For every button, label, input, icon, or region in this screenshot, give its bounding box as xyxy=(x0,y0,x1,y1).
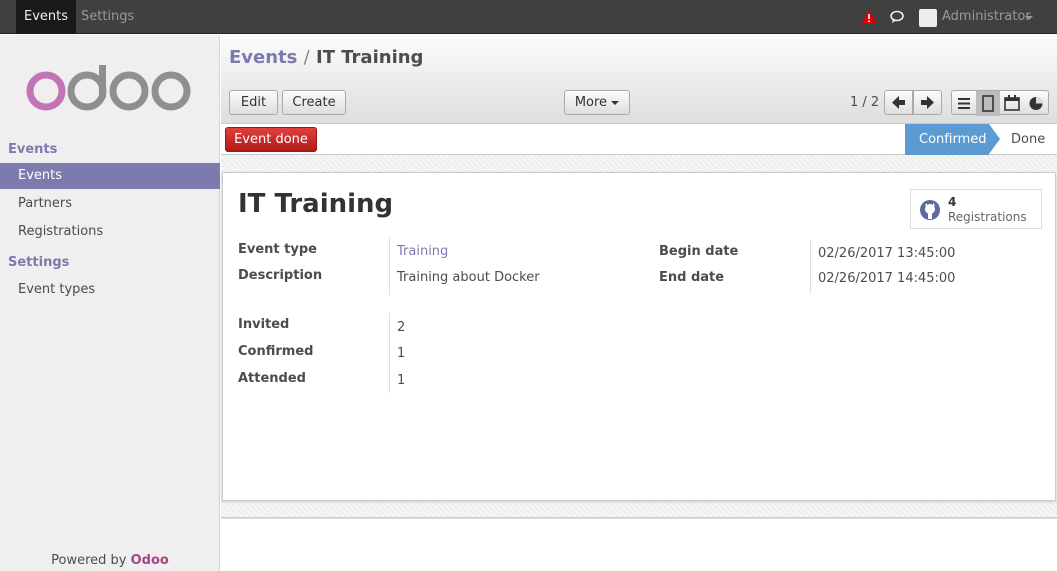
menu-settings[interactable]: Settings xyxy=(73,0,142,34)
chevron-down-icon[interactable] xyxy=(1025,16,1033,20)
powered-by-prefix: Powered by xyxy=(51,553,127,568)
sidebar-item-event-types[interactable]: Event types xyxy=(0,277,220,303)
user-menu[interactable]: Administrator xyxy=(942,0,1031,34)
top-navbar: Events Settings Administrator xyxy=(0,0,1057,34)
sidebar-item-events[interactable]: Events xyxy=(0,163,220,189)
control-panel: Events / IT Training Edit Create More 1 … xyxy=(221,35,1057,124)
form-view-icon[interactable] xyxy=(976,91,1000,116)
view-switcher xyxy=(951,90,1049,116)
field-label-invited: Invited xyxy=(238,317,290,332)
odoo-logo[interactable] xyxy=(25,65,195,115)
stage-confirmed[interactable]: Confirmed xyxy=(905,124,989,155)
stage-arrow xyxy=(989,124,1000,154)
more-label: More xyxy=(574,95,608,110)
create-button[interactable]: Create xyxy=(282,90,346,115)
edit-button[interactable]: Edit xyxy=(229,90,278,115)
field-value-invited: 2 xyxy=(397,320,406,335)
registrations-label: Registrations xyxy=(948,210,1027,224)
form-sheet: IT Training 4 Registrations Event type T… xyxy=(222,172,1056,501)
pager-previous-button[interactable] xyxy=(884,90,913,115)
breadcrumb-current: IT Training xyxy=(316,47,424,68)
pager-next-button[interactable] xyxy=(913,90,942,115)
field-label-end-date: End date xyxy=(659,270,725,285)
field-label-confirmed: Confirmed xyxy=(238,344,314,359)
graph-view-icon[interactable] xyxy=(1024,91,1048,116)
field-divider xyxy=(389,238,390,295)
field-label-description: Description xyxy=(238,268,323,283)
field-value-event-type[interactable]: Training xyxy=(397,244,448,259)
field-label-attended: Attended xyxy=(238,371,306,386)
field-divider xyxy=(389,313,390,393)
chat-icon[interactable] xyxy=(890,10,906,24)
sidebar-item-registrations[interactable]: Registrations xyxy=(0,219,220,245)
github-icon xyxy=(920,200,940,220)
breadcrumb-events-link[interactable]: Events xyxy=(229,47,297,68)
statusbar: Event done Confirmed Done xyxy=(221,124,1057,155)
arrow-left-icon xyxy=(892,96,905,109)
stage-done[interactable]: Done xyxy=(1011,124,1045,155)
chatter-divider xyxy=(221,518,1057,519)
pager-value[interactable]: 1 / 2 xyxy=(850,95,879,110)
sidebar-section-settings: Settings xyxy=(8,255,70,270)
field-label-event-type: Event type xyxy=(238,242,317,257)
arrow-right-icon xyxy=(921,96,934,109)
event-done-button[interactable]: Event done xyxy=(225,127,317,152)
field-value-attended: 1 xyxy=(397,373,406,388)
warning-icon[interactable] xyxy=(861,10,877,24)
list-view-icon[interactable] xyxy=(952,91,976,116)
menu-events[interactable]: Events xyxy=(16,0,77,34)
registrations-smart-button[interactable]: 4 Registrations xyxy=(910,189,1042,229)
sidebar: Events Events Partners Registrations Set… xyxy=(0,35,220,571)
field-value-begin-date: 02/26/2017 13:45:00 xyxy=(818,246,956,261)
avatar[interactable] xyxy=(919,9,937,27)
breadcrumb: Events / IT Training xyxy=(229,47,423,68)
field-divider xyxy=(810,240,811,293)
more-dropdown-button[interactable]: More xyxy=(564,90,630,115)
field-value-description: Training about Docker xyxy=(397,270,540,285)
calendar-view-icon[interactable] xyxy=(1000,91,1024,116)
field-value-confirmed: 1 xyxy=(397,346,406,361)
record-title: IT Training xyxy=(238,189,394,219)
powered-by: Powered by Odoo xyxy=(0,553,220,568)
caret-down-icon xyxy=(611,100,620,105)
powered-by-brand-link[interactable]: Odoo xyxy=(131,553,169,568)
registrations-count: 4 xyxy=(948,195,957,209)
field-value-end-date: 02/26/2017 14:45:00 xyxy=(818,271,956,286)
sidebar-section-events: Events xyxy=(8,142,58,157)
sidebar-item-partners[interactable]: Partners xyxy=(0,191,220,217)
field-label-begin-date: Begin date xyxy=(659,244,739,259)
breadcrumb-separator: / xyxy=(303,47,310,68)
